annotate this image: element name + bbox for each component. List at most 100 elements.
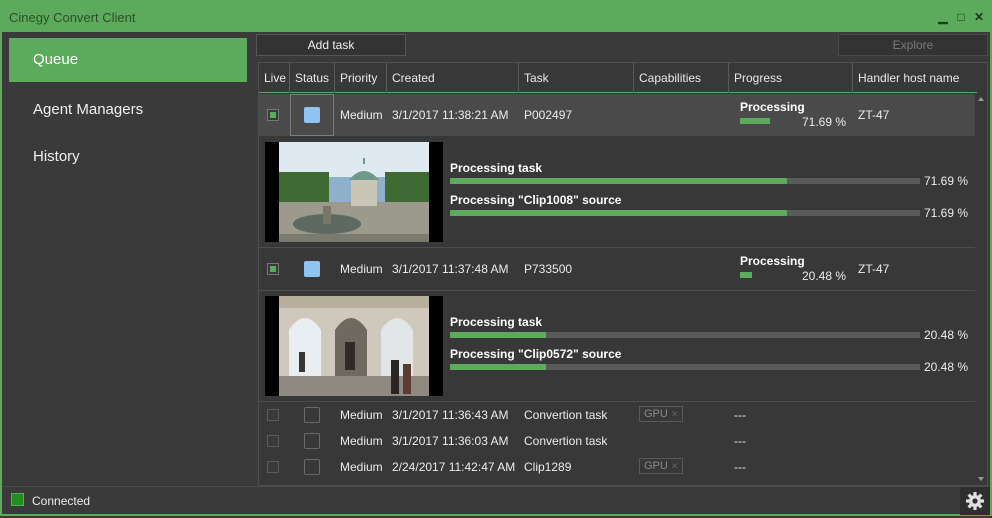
host-cell: ZT-47 <box>858 108 890 122</box>
tag-remove-icon: ✕ <box>670 409 679 419</box>
column-header-priority[interactable]: Priority <box>335 63 387 93</box>
column-header-task[interactable]: Task <box>519 63 634 93</box>
clip-thumbnail <box>265 296 443 396</box>
scroll-up-icon <box>978 97 984 101</box>
progress-bar <box>740 272 800 278</box>
sidebar-item-history[interactable]: History <box>9 135 247 179</box>
live-checkbox[interactable] <box>267 461 279 473</box>
task-cell: P002497 <box>524 108 573 122</box>
settings-gear-icon <box>966 492 984 510</box>
detail-label: Processing "Clip1008" source <box>450 193 622 207</box>
task-cell: P733500 <box>524 262 573 276</box>
host-cell: --- <box>734 434 746 448</box>
progress-bar-fill <box>740 272 753 278</box>
detail-value: 20.48 % <box>924 360 969 374</box>
status-bar: Connected <box>2 486 990 515</box>
created-cell: 3/1/2017 11:36:43 AM <box>392 408 509 422</box>
detail-progress-fill <box>450 178 787 184</box>
created-cell: 3/1/2017 11:37:48 AM <box>392 262 509 276</box>
created-cell: 3/1/2017 11:36:03 AM <box>392 434 509 448</box>
settings-button[interactable] <box>960 487 990 515</box>
vertical-scrollbar[interactable] <box>975 93 987 485</box>
table-row[interactable]: Medium 3/1/2017 11:38:21 AM P002497 Proc… <box>259 94 977 136</box>
live-checkbox[interactable] <box>267 409 279 421</box>
detail-progress-bar <box>450 178 920 184</box>
clip-thumbnail <box>265 142 443 242</box>
status-indicator <box>304 459 320 475</box>
connection-status-icon <box>11 493 24 506</box>
column-header-handler-host[interactable]: Handler host name <box>853 63 977 93</box>
queue-panel: Add task Explore Live Status Priority Cr… <box>256 32 990 486</box>
priority-cell: Medium <box>340 262 383 276</box>
capability-tag-label: GPU <box>644 408 668 420</box>
created-cell: 2/24/2017 11:42:47 AM <box>392 460 516 474</box>
add-task-button[interactable]: Add task <box>256 34 406 56</box>
progress-bar <box>740 118 782 124</box>
table-row[interactable]: Medium 3/1/2017 11:36:43 AM Convertion t… <box>259 402 977 428</box>
column-header-progress[interactable]: Progress <box>729 63 853 93</box>
minimize-button[interactable]: ▁ <box>936 10 950 24</box>
detail-progress-bar <box>450 364 920 370</box>
scroll-down-icon <box>978 477 984 481</box>
live-checkbox[interactable] <box>267 435 279 447</box>
detail-label: Processing task <box>450 161 543 175</box>
host-cell: ZT-47 <box>858 262 890 276</box>
detail-label: Processing task <box>450 315 543 329</box>
capability-tag-label: GPU <box>644 460 668 472</box>
progress-label: Processing <box>740 254 805 268</box>
priority-cell: Medium <box>340 408 383 422</box>
task-table: Live Status Priority Created Task Capabi… <box>258 62 988 486</box>
table-row[interactable]: Medium 3/1/2017 11:37:48 AM P733500 Proc… <box>259 248 977 290</box>
column-header-capabilities[interactable]: Capabilities <box>634 63 729 93</box>
thumbnail-image <box>279 142 429 242</box>
task-details: Processing task 71.69 % Processing "Clip… <box>259 136 977 246</box>
scrollbar-graphic <box>978 97 984 481</box>
table-header: Live Status Priority Created Task Capabi… <box>259 63 977 93</box>
column-header-status[interactable]: Status <box>290 63 335 93</box>
detail-value: 71.69 % <box>924 174 969 188</box>
detail-value: 71.69 % <box>924 206 969 220</box>
detail-progress-fill <box>450 332 547 338</box>
host-cell: --- <box>734 460 746 474</box>
thumbnail-image <box>279 296 429 396</box>
sidebar-item-queue[interactable]: Queue <box>9 38 247 82</box>
explore-button[interactable]: Explore <box>838 34 988 56</box>
detail-progress-bar <box>450 210 920 216</box>
close-button[interactable]: ✕ <box>972 10 986 24</box>
maximize-button[interactable]: □ <box>954 10 968 24</box>
detail-progress-fill <box>450 364 547 370</box>
status-indicator <box>304 107 320 123</box>
task-details: Processing task 20.48 % Processing "Clip… <box>259 290 977 400</box>
column-header-live[interactable]: Live <box>259 63 290 93</box>
progress-bar-fill <box>740 118 771 124</box>
sidebar-item-agent-managers[interactable]: Agent Managers <box>9 88 247 132</box>
priority-cell: Medium <box>340 460 383 474</box>
priority-cell: Medium <box>340 434 383 448</box>
app-window: Cinegy Convert Client ▁ □ ✕ Queue Agent … <box>0 0 992 516</box>
table-row[interactable]: Medium 2/24/2017 11:42:47 AM Clip1289 GP… <box>259 454 977 480</box>
priority-cell: Medium <box>340 108 383 122</box>
status-indicator <box>304 433 320 449</box>
task-cell: Convertion task <box>524 408 608 422</box>
status-indicator <box>304 261 320 277</box>
task-cell: Clip1289 <box>524 460 572 474</box>
status-indicator <box>304 407 320 423</box>
column-header-created[interactable]: Created <box>387 63 519 93</box>
sidebar: Queue Agent Managers History <box>2 32 256 486</box>
capability-tag: GPU ✕ <box>639 458 684 474</box>
progress-value: 71.69 % <box>802 115 847 129</box>
window-title: Cinegy Convert Client <box>9 10 136 25</box>
progress-label: Processing <box>740 100 805 114</box>
detail-progress-bar <box>450 332 920 338</box>
live-checkbox[interactable] <box>267 263 279 275</box>
detail-value: 20.48 % <box>924 328 969 342</box>
host-cell: --- <box>734 408 746 422</box>
progress-value: 20.48 % <box>802 269 847 283</box>
task-cell: Convertion task <box>524 434 608 448</box>
connection-status-text: Connected <box>32 494 91 508</box>
live-checkbox[interactable] <box>267 109 279 121</box>
title-bar: Cinegy Convert Client ▁ □ ✕ <box>2 2 990 32</box>
detail-progress-fill <box>450 210 787 216</box>
table-row[interactable]: Medium 3/1/2017 11:36:03 AM Convertion t… <box>259 428 977 454</box>
tag-remove-icon: ✕ <box>670 461 679 471</box>
